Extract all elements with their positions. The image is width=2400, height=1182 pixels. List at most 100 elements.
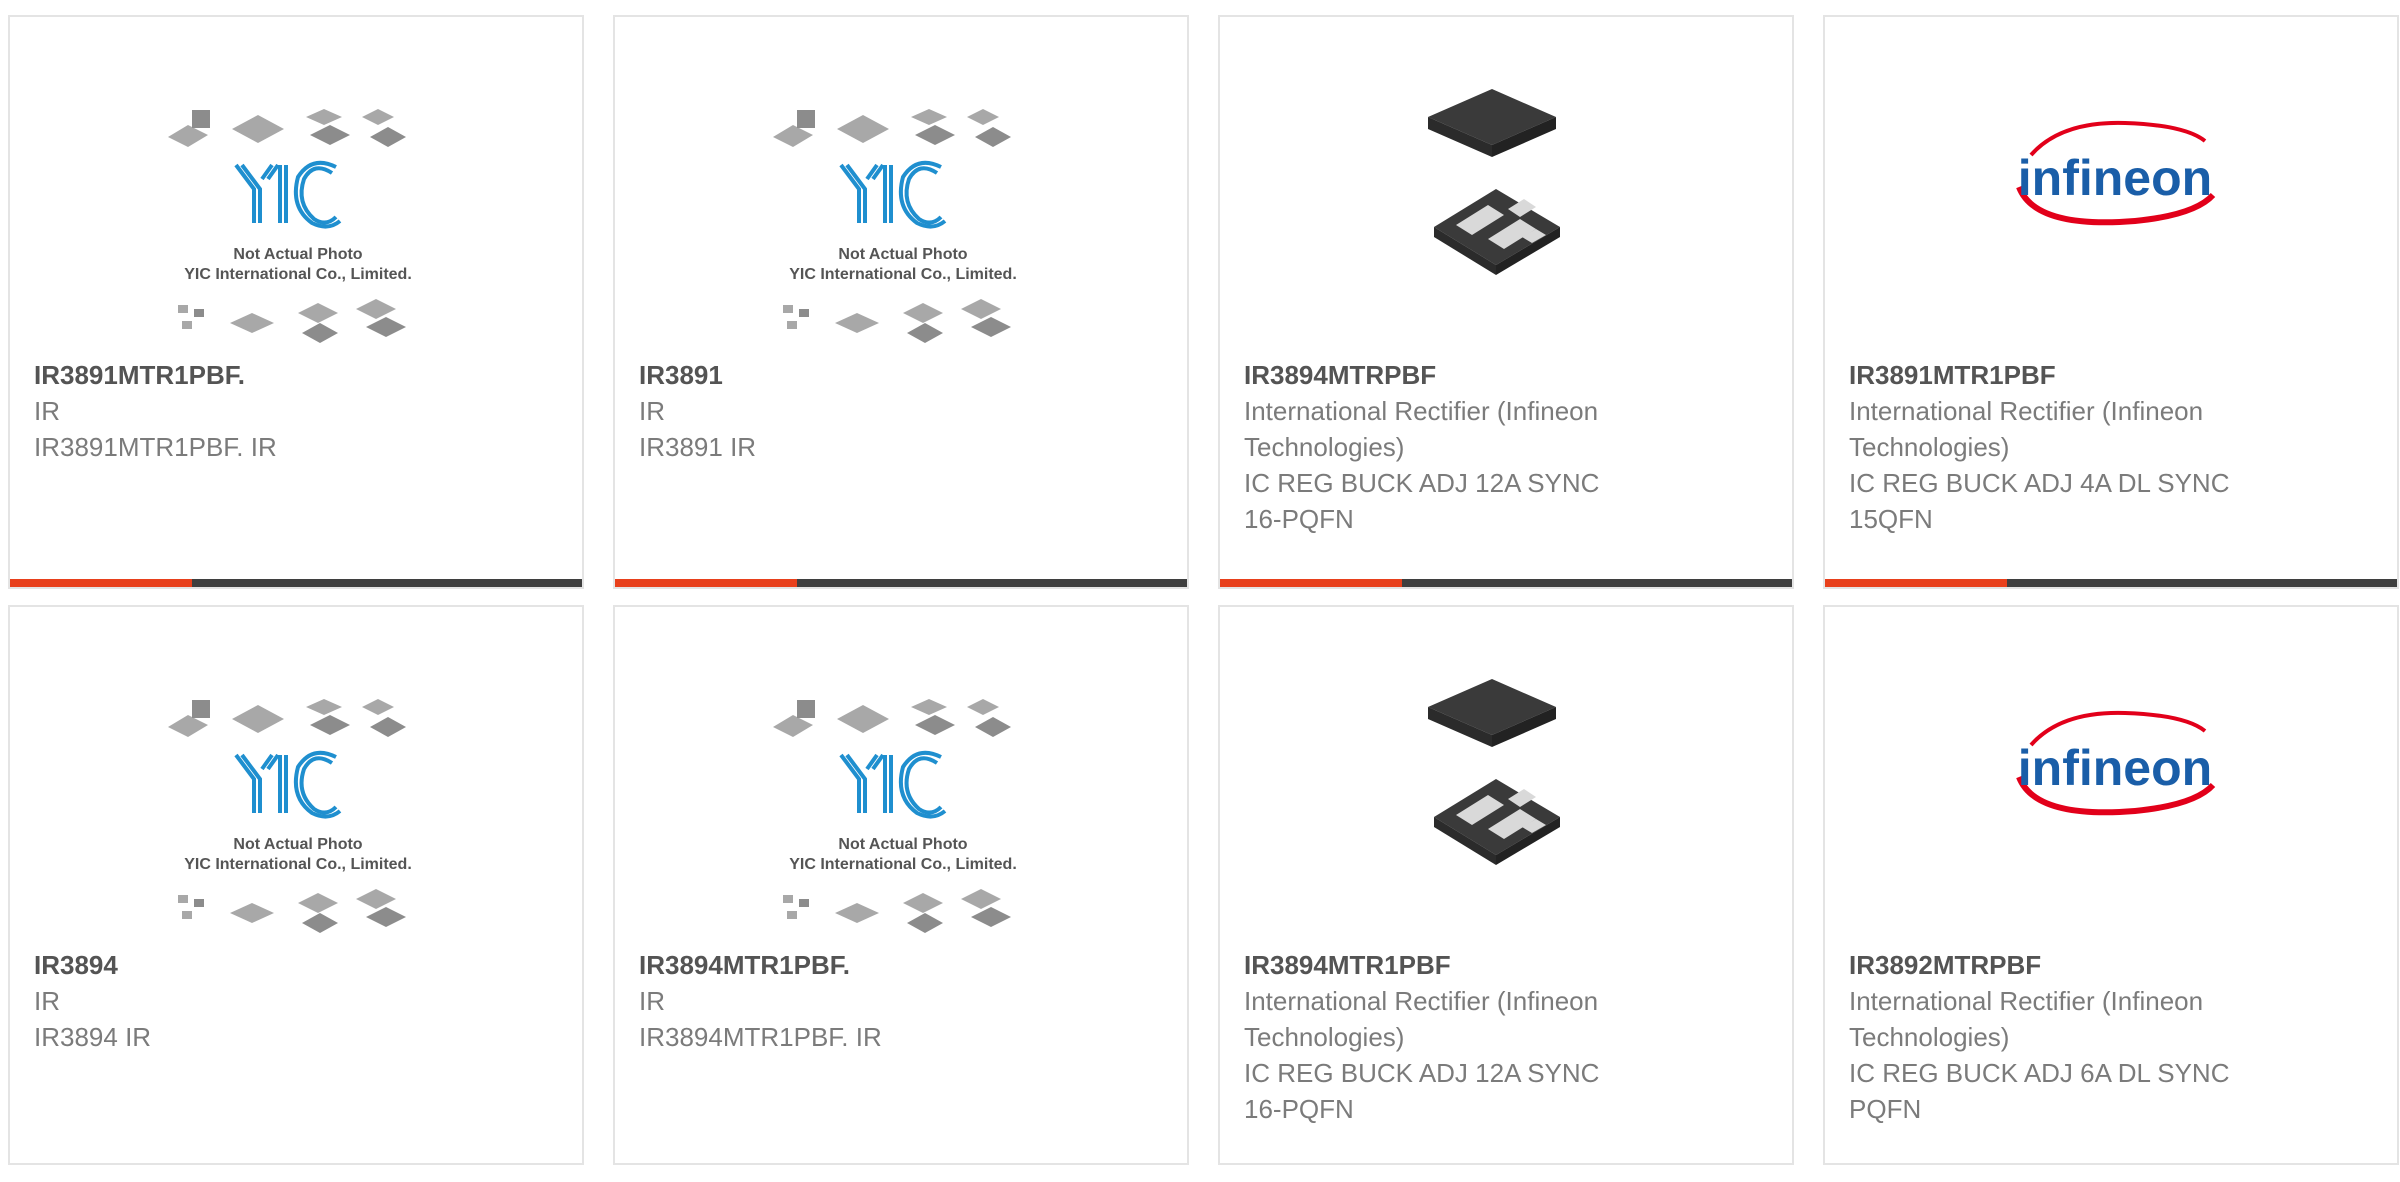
yic-logo-icon: [234, 750, 342, 819]
description-text: Technologies): [1244, 1022, 1405, 1052]
not-actual-photo-image: Not Actual Photo YIC International Co., …: [773, 699, 1017, 933]
description-text: Technologies): [1849, 1022, 2010, 1052]
placeholder-caption-1: Not Actual Photo: [838, 246, 967, 263]
manufacturer-text: IR: [34, 986, 60, 1016]
yic-logo-icon: [839, 750, 947, 819]
card-accent-bar: [1220, 579, 1402, 587]
description-text: IR3891 IR: [639, 432, 757, 462]
product-image[interactable]: [1220, 607, 1792, 947]
part-number-link[interactable]: IR3894MTRPBF: [1244, 357, 1772, 393]
infineon-logo-text: infineon: [2018, 150, 2212, 206]
description-text: PQFN: [1849, 1094, 1922, 1124]
description-text: IC REG BUCK ADJ 4A DL SYNC: [1849, 468, 2230, 498]
infineon-logo-icon: infineon: [2016, 120, 2216, 226]
placeholder-caption-1: Not Actual Photo: [233, 836, 362, 853]
product-info: IR3891MTR1PBF. IR IR3891MTR1PBF. IR: [34, 357, 562, 465]
card-accent-bar: [1825, 579, 2007, 587]
description-text: 16-PQFN: [1244, 504, 1354, 534]
chip-packages-bottom-icon: [178, 299, 406, 343]
yic-logo-icon: [234, 160, 342, 229]
manufacturer-text: IR: [639, 986, 665, 1016]
placeholder-caption-2: YIC International Co., Limited.: [184, 266, 412, 283]
product-grid: Not Actual Photo YIC International Co., …: [8, 15, 2400, 1182]
part-number-link[interactable]: IR3891MTR1PBF: [1849, 357, 2377, 393]
product-image[interactable]: infineon: [1825, 17, 2397, 357]
not-actual-photo-image: Not Actual Photo YIC International Co., …: [168, 699, 412, 933]
part-number-link[interactable]: IR3892MTRPBF: [1849, 947, 2377, 983]
chip-packages-top-icon: [168, 699, 406, 737]
placeholder-caption-1: Not Actual Photo: [838, 836, 967, 853]
description-text: Technologies): [1244, 432, 1405, 462]
part-number-link[interactable]: IR3894MTR1PBF: [1244, 947, 1772, 983]
infineon-logo-icon: infineon: [2016, 710, 2216, 816]
product-card[interactable]: Not Actual Photo YIC International Co., …: [613, 605, 1189, 1165]
chip-packages-bottom-icon: [783, 889, 1011, 933]
description-text: Technologies): [1849, 432, 2010, 462]
card-accent-bar: [10, 579, 192, 587]
card-bottom-bar: [10, 579, 582, 587]
description-text: 15QFN: [1849, 504, 1933, 534]
placeholder-caption-2: YIC International Co., Limited.: [789, 856, 1017, 873]
product-card[interactable]: IR3894MTRPBF International Rectifier (Inf…: [1218, 15, 1794, 589]
chip-packages-top-icon: [168, 109, 406, 147]
product-card[interactable]: IR3894MTR1PBF International Rectifier (In…: [1218, 605, 1794, 1165]
manufacturer-text: International Rectifier (Infineon: [1849, 986, 2204, 1016]
chip-packages-bottom-icon: [178, 889, 406, 933]
product-card[interactable]: Not Actual Photo YIC International Co., …: [8, 15, 584, 589]
product-info: IR3894 IR IR3894 IR: [34, 947, 562, 1055]
qfn-bottom-icon: [1434, 779, 1560, 865]
yic-logo-icon: [839, 160, 947, 229]
part-number-link[interactable]: IR3891: [639, 357, 1167, 393]
card-accent-bar: [615, 579, 797, 587]
product-image[interactable]: infineon: [1825, 607, 2397, 947]
description-text: IR3894MTR1PBF. IR: [639, 1022, 882, 1052]
product-info: IR3891MTR1PBF International Rectifier (In…: [1849, 357, 2377, 537]
qfn-package-image: [1428, 89, 1560, 275]
infineon-logo-text: infineon: [2018, 740, 2212, 796]
manufacturer-text: IR: [34, 396, 60, 426]
infineon-logo-image: infineon: [2016, 120, 2216, 226]
product-info: IR3894MTRPBF International Rectifier (Inf…: [1244, 357, 1772, 537]
part-number-link[interactable]: IR3894MTR1PBF.: [639, 947, 1167, 983]
description-text: 16-PQFN: [1244, 1094, 1354, 1124]
manufacturer-text: International Rectifier (Infineon: [1244, 396, 1599, 426]
product-card[interactable]: infineon IR3891MTR1PBF International Rect…: [1823, 15, 2399, 589]
part-number-link[interactable]: IR3894: [34, 947, 562, 983]
placeholder-caption-1: Not Actual Photo: [233, 246, 362, 263]
description-text: IR3891MTR1PBF. IR: [34, 432, 277, 462]
manufacturer-text: International Rectifier (Infineon: [1244, 986, 1599, 1016]
product-image[interactable]: Not Actual Photo YIC International Co., …: [615, 607, 1187, 947]
chip-packages-bottom-icon: [783, 299, 1011, 343]
description-text: IR3894 IR: [34, 1022, 152, 1052]
not-actual-photo-image: Not Actual Photo YIC International Co., …: [773, 109, 1017, 343]
product-image[interactable]: Not Actual Photo YIC International Co., …: [10, 17, 582, 357]
placeholder-caption-2: YIC International Co., Limited.: [184, 856, 412, 873]
card-bottom-bar: [1220, 579, 1792, 587]
placeholder-caption-2: YIC International Co., Limited.: [789, 266, 1017, 283]
product-card[interactable]: Not Actual Photo YIC International Co., …: [613, 15, 1189, 589]
qfn-top-icon: [1428, 679, 1556, 747]
product-image[interactable]: Not Actual Photo YIC International Co., …: [615, 17, 1187, 357]
product-image[interactable]: Not Actual Photo YIC International Co., …: [10, 607, 582, 947]
chip-packages-top-icon: [773, 109, 1011, 147]
not-actual-photo-image: Not Actual Photo YIC International Co., …: [168, 109, 412, 343]
manufacturer-text: IR: [639, 396, 665, 426]
product-image[interactable]: [1220, 17, 1792, 357]
part-number-link[interactable]: IR3891MTR1PBF.: [34, 357, 562, 393]
manufacturer-text: International Rectifier (Infineon: [1849, 396, 2204, 426]
qfn-top-icon: [1428, 89, 1556, 157]
qfn-bottom-icon: [1434, 189, 1560, 275]
qfn-package-image: [1428, 679, 1560, 865]
product-card[interactable]: Not Actual Photo YIC International Co., …: [8, 605, 584, 1165]
description-text: IC REG BUCK ADJ 6A DL SYNC: [1849, 1058, 2230, 1088]
card-bottom-bar: [615, 579, 1187, 587]
chip-packages-top-icon: [773, 699, 1011, 737]
description-text: IC REG BUCK ADJ 12A SYNC: [1244, 1058, 1600, 1088]
product-card[interactable]: infineon IR3892MTRPBF International Recti…: [1823, 605, 2399, 1165]
product-info: IR3894MTR1PBF International Rectifier (In…: [1244, 947, 1772, 1127]
infineon-logo-image: infineon: [2016, 710, 2216, 816]
product-info: IR3892MTRPBF International Rectifier (Inf…: [1849, 947, 2377, 1127]
card-bottom-bar: [1825, 579, 2397, 587]
product-info: IR3894MTR1PBF. IR IR3894MTR1PBF. IR: [639, 947, 1167, 1055]
description-text: IC REG BUCK ADJ 12A SYNC: [1244, 468, 1600, 498]
